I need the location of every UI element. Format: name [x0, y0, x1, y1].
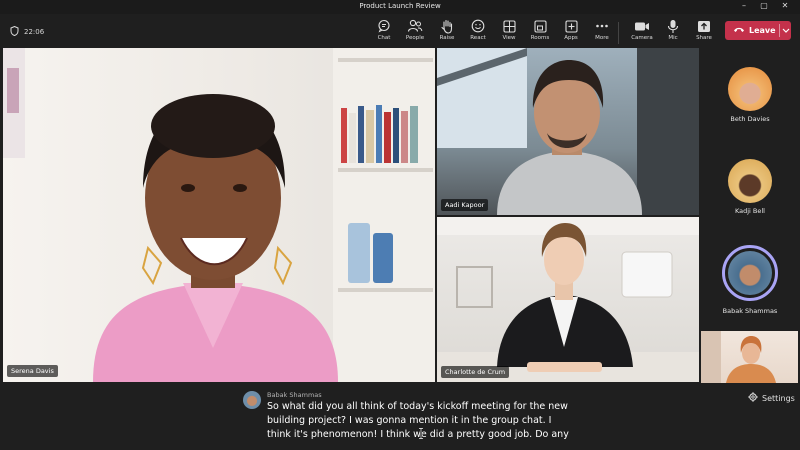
settings-label: Settings: [762, 393, 795, 403]
close-icon[interactable]: ✕: [779, 1, 791, 10]
rooms-label: Rooms: [530, 35, 550, 41]
mic-label: Mic: [668, 35, 678, 41]
more-button[interactable]: More: [587, 18, 617, 41]
rail-participant-active-speaker[interactable]: Babak Shammas: [722, 245, 778, 315]
smiley-icon: [463, 18, 493, 34]
caption-line: So what did you all think of today's kic…: [267, 401, 568, 412]
camera-label: Camera: [631, 35, 653, 41]
view-button[interactable]: View: [494, 18, 524, 41]
add-apps-icon: [556, 18, 586, 34]
meeting-timer: 22:06: [10, 25, 45, 38]
video-tile-bottom-right[interactable]: Charlotte de Crum: [437, 217, 699, 382]
meeting-toolbar: 22:06 Chat People Raise React View Rooms…: [0, 14, 800, 48]
rail-participant[interactable]: Beth Davies: [722, 67, 778, 123]
people-icon: [400, 18, 430, 34]
chat-button[interactable]: Chat: [369, 18, 399, 41]
participant-name-tag: Serena Davis: [7, 365, 58, 377]
microphone-icon: [658, 18, 688, 34]
more-options-icon: [587, 18, 617, 34]
active-speaker-ring: [722, 245, 778, 301]
video-tile-main[interactable]: Serena Davis: [3, 48, 435, 382]
raise-label: Raise: [439, 35, 455, 41]
bottom-right-video-frame: [437, 217, 699, 382]
camera-button[interactable]: Camera: [627, 18, 657, 41]
window-title: Product Launch Review: [359, 2, 441, 10]
leave-options-chevron-icon[interactable]: [780, 28, 791, 33]
leave-label: Leave: [749, 26, 776, 35]
maximize-icon[interactable]: ▢: [758, 1, 770, 10]
share-button[interactable]: Share: [689, 18, 719, 41]
mic-button[interactable]: Mic: [658, 18, 688, 41]
gear-icon: [748, 392, 758, 404]
apps-button[interactable]: Apps: [556, 18, 586, 41]
participant-name-tag: Aadi Kapoor: [441, 199, 489, 211]
raise-hand-button[interactable]: Raise: [432, 18, 462, 41]
speaker-avatar: [243, 391, 261, 409]
title-bar: Product Launch Review – ▢ ✕: [0, 0, 800, 14]
rail-participant-name: Babak Shammas: [722, 307, 778, 315]
participant-name-tag: Charlotte de Crum: [441, 366, 510, 378]
camera-icon: [627, 18, 657, 34]
video-tile-top-right[interactable]: Aadi Kapoor: [437, 48, 699, 215]
caption-line: building project? I was gonna mention it…: [267, 415, 552, 426]
leave-button[interactable]: Leave: [725, 21, 791, 40]
top-right-video-frame: [437, 48, 699, 215]
shield-icon: [10, 25, 19, 38]
text-cursor-icon: [418, 424, 424, 443]
breakout-rooms-icon: [525, 18, 555, 34]
toolbar-divider: [618, 22, 619, 44]
main-video-frame: [3, 48, 435, 382]
people-button[interactable]: People: [400, 18, 430, 41]
chat-icon: [369, 18, 399, 34]
rail-participant-name: Beth Davies: [730, 115, 770, 123]
people-label: People: [405, 35, 425, 41]
avatar: [728, 251, 772, 295]
hang-up-icon: [733, 26, 745, 35]
avatar: [728, 159, 772, 203]
minimize-icon[interactable]: –: [738, 1, 750, 10]
leave-main[interactable]: Leave: [725, 26, 779, 35]
caption-speaker-name: Babak Shammas: [267, 391, 322, 399]
caption-settings-button[interactable]: Settings: [748, 392, 795, 404]
apps-label: Apps: [564, 35, 578, 41]
react-label: React: [470, 35, 486, 41]
chat-label: Chat: [377, 35, 391, 41]
more-label: More: [595, 35, 609, 41]
rail-participant[interactable]: Kadji Bell: [722, 159, 778, 215]
rail-participant-name: Kadji Bell: [734, 207, 765, 215]
raise-hand-icon: [432, 18, 462, 34]
elapsed-time: 22:06: [24, 28, 45, 36]
avatar: [728, 67, 772, 111]
view-label: View: [502, 35, 516, 41]
share-screen-icon: [689, 18, 719, 34]
self-view-frame: [701, 331, 776, 383]
share-label: Share: [696, 35, 712, 41]
self-view-tile[interactable]: [701, 331, 798, 383]
rooms-button[interactable]: Rooms: [525, 18, 555, 41]
grid-view-icon: [494, 18, 524, 34]
react-button[interactable]: React: [463, 18, 493, 41]
